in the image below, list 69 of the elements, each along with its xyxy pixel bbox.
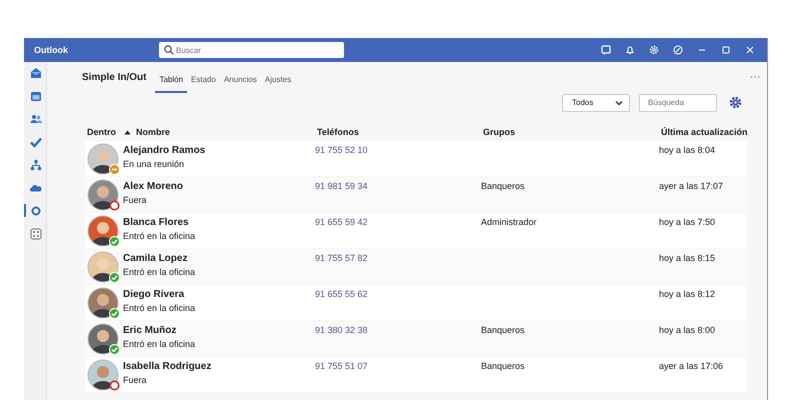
more-icon[interactable] [750, 75, 760, 79]
group-name: Banqueros [481, 361, 525, 371]
maximize-icon[interactable] [721, 45, 731, 55]
search-field[interactable]: Buscar [159, 42, 344, 58]
tab[interactable]: Anuncios [220, 66, 261, 92]
app-name: Simple In/Out [82, 72, 146, 82]
status-text: Entró en la oficina [123, 267, 196, 277]
phone-link[interactable]: 91 755 57 82 [315, 249, 368, 285]
app-icon [30, 204, 42, 216]
chevron-down-icon [615, 100, 623, 106]
person-name: Alejandro Ramos [123, 145, 206, 156]
updated-time: hoy a las 8:12 [659, 289, 716, 299]
status-text: Fuera [123, 195, 148, 205]
group-name: Banqueros [481, 325, 525, 335]
phone-link[interactable]: 91 755 52 10 [315, 141, 368, 177]
search-icon [164, 45, 174, 55]
person-name: Diego Rivera [123, 289, 186, 300]
updated-time: hoy a las 8:00 [659, 325, 716, 335]
person-name: Camila Lopez [123, 253, 188, 264]
person-name: Isabella Rodriguez [123, 361, 212, 372]
updated-time: ayer a las 17:06 [659, 361, 724, 371]
column-header[interactable]: Dentro [87, 127, 125, 137]
table-row[interactable]: Alejandro Ramos En una reunión 91 755 52 10 hoy a las 8:04 [85, 141, 747, 176]
status-text: Entró en la oficina [123, 339, 196, 349]
table-row[interactable]: Alex Moreno Fuera 91 981 59 34 Banqueros ayer a las 17:07 [85, 177, 747, 212]
group-dropdown[interactable]: Todos [562, 94, 630, 112]
phone-link[interactable]: 91 755 51 07 [315, 357, 368, 393]
table-row[interactable]: Blanca Flores Entró en la oficina 91 655 59 42 Administrador hoy a las 7:50 [85, 213, 747, 248]
person-name: Blanca Flores [123, 217, 190, 228]
table-row[interactable]: Isabella Rodriguez Fuera 91 755 51 07 Banqueros ayer a las 17:06 [85, 357, 747, 392]
updated-time: hoy a las 8:15 [659, 253, 716, 263]
apps-grid-icon [30, 228, 42, 240]
status-text: En una reunión [123, 159, 186, 169]
table-row[interactable]: Camila Lopez Entró en la oficina 91 755 57 82 hoy a las 8:15 [85, 249, 747, 284]
search-field[interactable]: Búsqueda [639, 94, 717, 112]
column-header[interactable]: Teléfonos [317, 127, 483, 137]
window-title: Outlook [34, 45, 69, 55]
mail-icon [30, 66, 42, 78]
updated-time: hoy a las 7:50 [659, 217, 716, 227]
group-name: Administrador [481, 217, 537, 227]
sort-ascending-icon [124, 130, 131, 134]
person-name: Eric Muñoz [123, 325, 178, 336]
phone-link[interactable]: 91 655 55 62 [315, 285, 368, 321]
updated-time: hoy a las 8:04 [659, 145, 716, 155]
phone-link[interactable]: 91 655 59 42 [315, 213, 368, 249]
check-icon [30, 136, 42, 148]
group-name: Banqueros [481, 181, 525, 191]
status-text: Entró en la oficina [123, 231, 196, 241]
settings-icon[interactable] [729, 96, 742, 109]
close-icon[interactable] [745, 45, 755, 55]
column-header[interactable]: Nombre [136, 127, 170, 137]
people-icon [30, 112, 42, 124]
table-row[interactable]: Diego Rivera Entró en la oficina 91 655 55 62 hoy a las 8:12 [85, 285, 747, 320]
calendar-icon [30, 90, 42, 102]
table-row[interactable]: Eric Muñoz Entró en la oficina 91 380 32 38 Banqueros hoy a las 8:00 [85, 321, 747, 356]
person-name: Alex Moreno [123, 181, 184, 192]
tab[interactable]: Estado [187, 66, 220, 92]
phone-link[interactable]: 91 981 59 34 [315, 177, 368, 213]
status-text: Entró en la oficina [123, 303, 196, 313]
column-header[interactable]: Última actualización [661, 127, 747, 137]
updated-time: ayer a las 17:07 [659, 181, 724, 191]
org-chart-icon [30, 158, 42, 170]
note-icon[interactable] [601, 45, 611, 55]
status-text: Fuera [123, 375, 148, 385]
phone-link[interactable]: 91 380 32 38 [315, 321, 368, 357]
tab[interactable]: Tablón [155, 66, 188, 92]
tab[interactable]: Ajustes [260, 66, 296, 92]
bell-icon[interactable] [625, 45, 635, 55]
column-header[interactable]: Grupos [483, 127, 661, 137]
